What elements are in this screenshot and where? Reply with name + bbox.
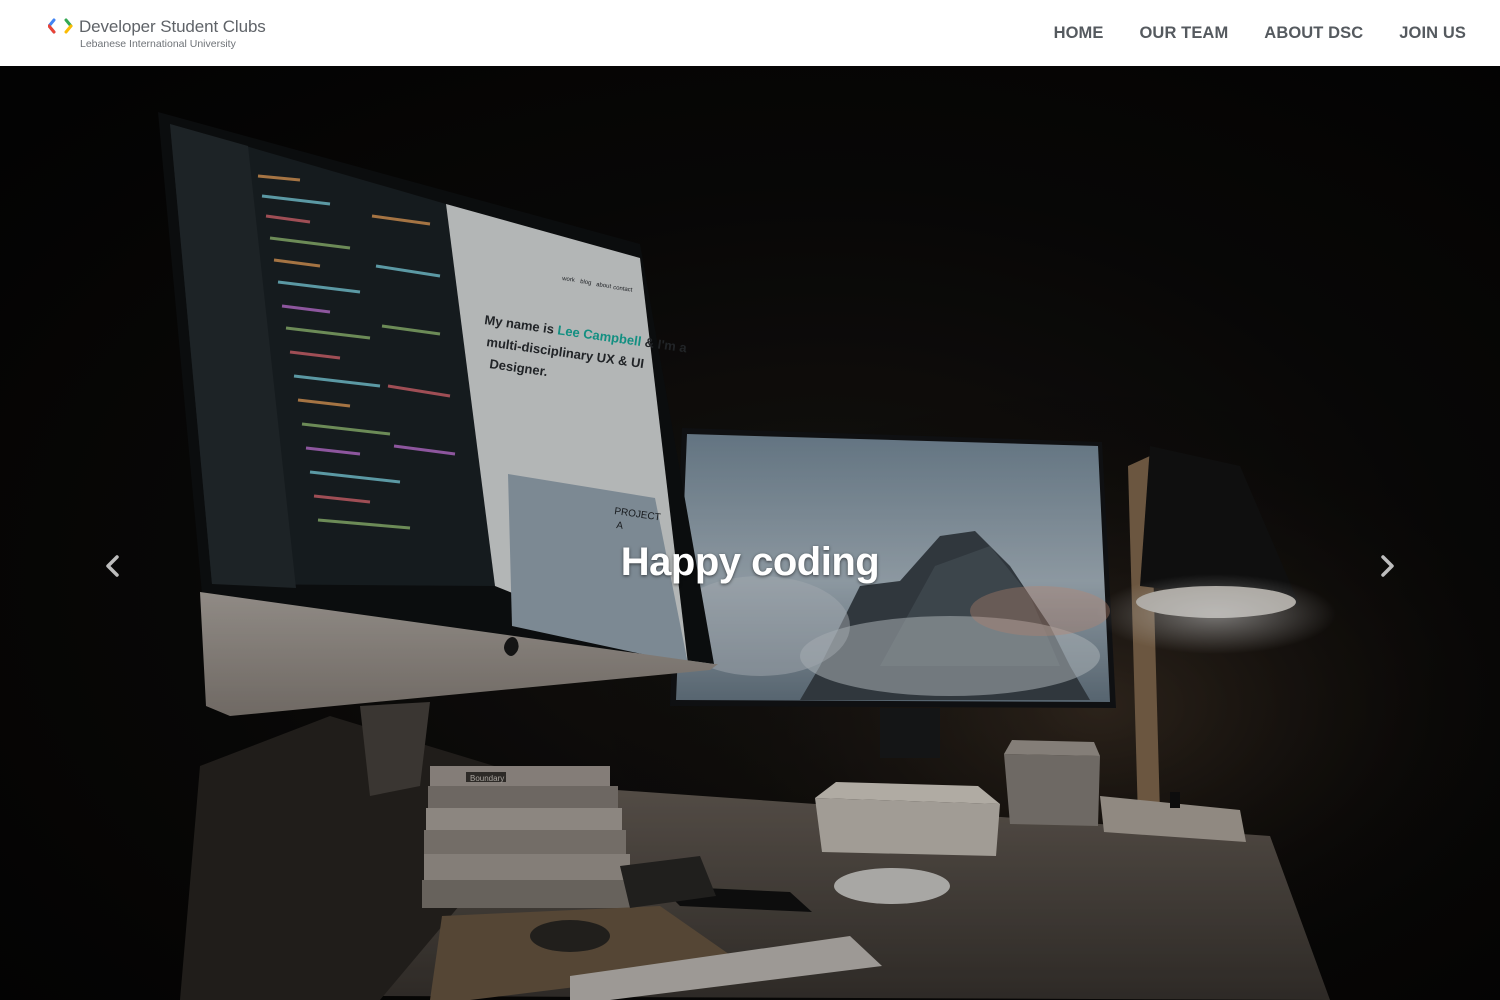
carousel-prev-button[interactable] [83,536,143,596]
carousel-caption: Happy coding [620,540,880,584]
nav-home-link[interactable]: HOME [1054,24,1104,43]
carousel-next-button[interactable] [1357,536,1417,596]
nav-join-us-link[interactable]: JOIN US [1399,24,1466,43]
brand-title: Developer Student Clubs [79,17,266,36]
nav-about-dsc-link[interactable]: ABOUT DSC [1264,24,1363,43]
brand-subtitle: Lebanese International University [80,38,236,50]
brand-link[interactable]: Developer Student Clubs Lebanese Interna… [48,14,288,54]
nav-our-team-link[interactable]: OUR TEAM [1140,24,1229,43]
main-nav: HOME OUR TEAM ABOUT DSC JOIN US [1018,0,1466,66]
top-navbar: Developer Student Clubs Lebanese Interna… [0,0,1500,66]
chevron-right-icon [1381,555,1394,577]
hero-carousel: My name is Lee Campbell & I'm a multi-di… [0,66,1500,1000]
hero-overlay [0,66,1500,1000]
dsc-logo-icon [48,18,73,34]
chevron-left-icon [106,555,119,577]
